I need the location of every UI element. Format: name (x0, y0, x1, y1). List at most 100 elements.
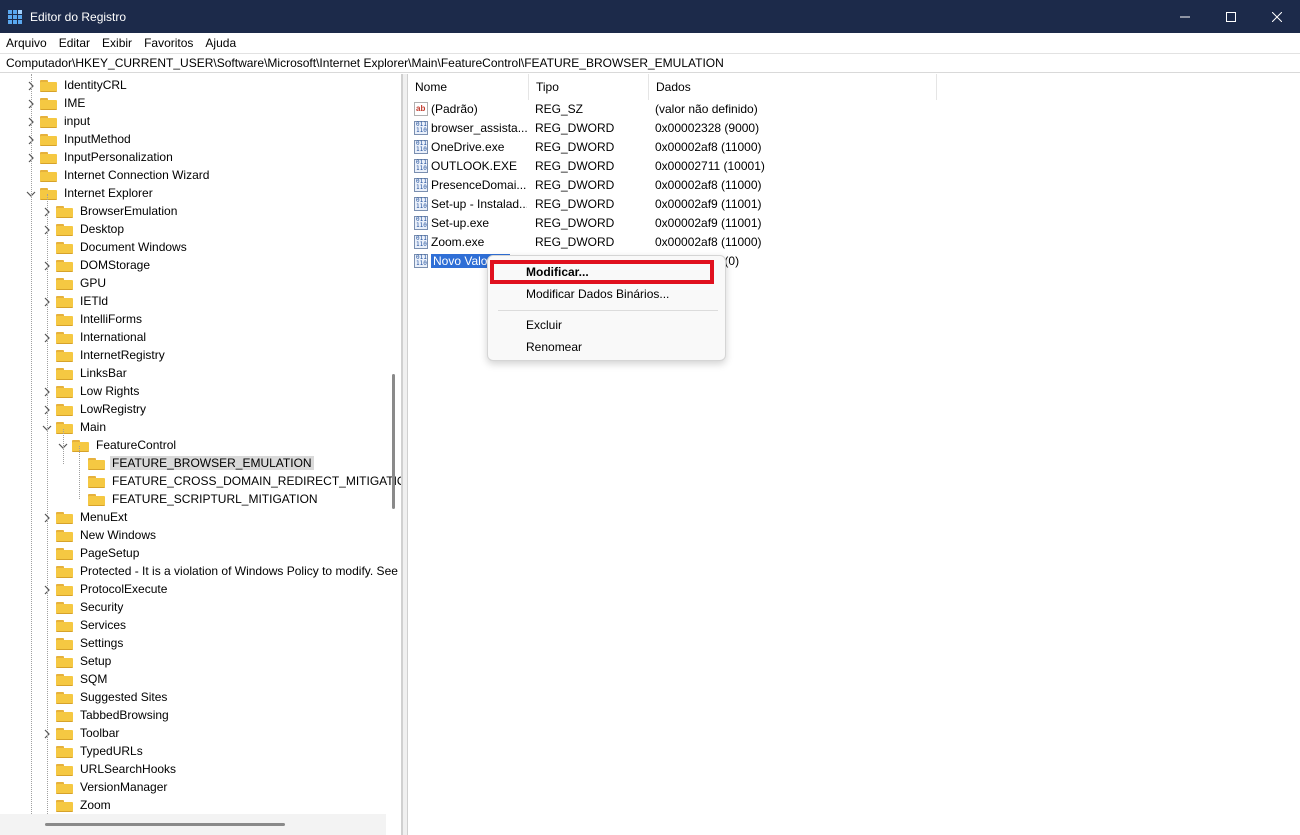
tree-item[interactable]: New Windows (42, 526, 158, 544)
tree-item[interactable]: InputPersonalization (26, 148, 175, 166)
context-menu-rename[interactable]: Renomear (526, 337, 582, 357)
tree-item[interactable]: BrowserEmulation (42, 202, 179, 220)
tree-item[interactable]: Settings (42, 634, 125, 652)
table-row[interactable]: 011 110 PresenceDomai... REG_DWORD 0x00002af… (408, 176, 1300, 195)
maximize-button[interactable] (1208, 0, 1254, 33)
tree-item[interactable]: Internet Connection Wizard (26, 166, 211, 184)
folder-icon (56, 763, 73, 776)
folder-icon (56, 691, 73, 704)
tree-vertical-scrollbar[interactable] (392, 374, 395, 509)
tree-item-label: FEATURE_CROSS_DOMAIN_REDIRECT_MITIGATION (112, 474, 402, 488)
tree-item[interactable]: IME (26, 94, 87, 112)
registry-tree[interactable]: Zoom VersionManager URLSearchHooks TypedURL… (0, 74, 402, 835)
tree-item[interactable]: DOMStorage (42, 256, 152, 274)
folder-icon (56, 385, 73, 398)
tree-item[interactable]: PageSetup (42, 544, 141, 562)
table-row[interactable]: 011 110 OneDrive.exe REG_DWORD 0x00002af8 (1… (408, 138, 1300, 157)
tree-item[interactable]: Protected - It is a violation of Windows… (42, 562, 401, 580)
tree-item[interactable]: Toolbar (42, 724, 121, 742)
folder-icon (88, 493, 105, 506)
tree-item-label: FEATURE_BROWSER_EMULATION (110, 456, 314, 470)
value-data: 0x00002af9 (11001) (655, 216, 762, 230)
tree-item[interactable]: IntelliForms (42, 310, 144, 328)
tree-item-label: PageSetup (80, 546, 140, 560)
tree-item[interactable]: TypedURLs (42, 742, 145, 760)
tree-item-label: IntelliForms (80, 312, 143, 326)
folder-icon (56, 799, 73, 812)
tree-item[interactable]: Internet Explorer (26, 184, 155, 202)
window-controls (1162, 0, 1300, 33)
tree-item[interactable]: VersionManager (42, 778, 169, 796)
tree-horizontal-scrollbar[interactable] (45, 823, 285, 826)
table-row[interactable]: 011 110 browser_assista... REG_DWORD 0x00002… (408, 119, 1300, 138)
tree-item-label: Document Windows (80, 240, 187, 254)
folder-icon (40, 133, 57, 146)
minimize-button[interactable] (1162, 0, 1208, 33)
tree-item[interactable]: Low Rights (42, 382, 141, 400)
column-header-type[interactable]: Tipo (529, 74, 649, 100)
column-header-data[interactable]: Dados (649, 74, 937, 100)
table-row[interactable]: 011 110 Zoom.exe REG_DWORD 0x00002af8 (11000… (408, 233, 1300, 252)
values-list[interactable]: Nome Tipo Dados ab (Padrão) REG_SZ (valor n… (408, 74, 1300, 835)
tree-item[interactable]: FEATURE_CROSS_DOMAIN_REDIRECT_MITIGATION (74, 472, 402, 490)
tree-item[interactable]: ProtocolExecute (42, 580, 169, 598)
table-row[interactable]: 011 110 OUTLOOK.EXE REG_DWORD 0x00002711 (10… (408, 157, 1300, 176)
tree-item[interactable]: Main (42, 418, 108, 436)
tree-item[interactable]: FEATURE_BROWSER_EMULATION (74, 454, 314, 472)
tree-item-label: Internet Explorer (64, 186, 153, 200)
tree-item[interactable]: Setup (42, 652, 113, 670)
tree-item-label: Internet Connection Wizard (64, 168, 210, 182)
tree-item-label: IME (64, 96, 86, 110)
folder-icon (40, 187, 57, 200)
tree-item[interactable]: Desktop (42, 220, 126, 238)
table-row[interactable]: ab (Padrão) REG_SZ (valor não definido) (408, 100, 1300, 119)
column-header-name[interactable]: Nome (408, 74, 529, 100)
close-button[interactable] (1254, 0, 1300, 33)
tree-item-label: Low Rights (80, 384, 140, 398)
folder-icon (40, 115, 57, 128)
tree-item[interactable]: SQM (42, 670, 109, 688)
table-row[interactable]: 011 110 Set-up - Instalad... REG_DWORD 0x000… (408, 195, 1300, 214)
tree-item[interactable]: InputMethod (26, 130, 133, 148)
tree-item[interactable]: IdentityCRL (26, 76, 129, 94)
tree-item[interactable]: GPU (42, 274, 108, 292)
tree-item-label: FeatureControl (96, 438, 177, 452)
tree-item[interactable]: InternetRegistry (42, 346, 167, 364)
menu-exibir[interactable]: Exibir (96, 33, 138, 53)
menu-favoritos[interactable]: Favoritos (138, 33, 199, 53)
value-type: REG_DWORD (535, 178, 615, 192)
table-row[interactable]: 011 110 Set-up.exe REG_DWORD 0x00002af9 (110… (408, 214, 1300, 233)
menu-bar: Arquivo Editar Exibir Favoritos Ajuda (0, 33, 1300, 53)
context-menu-delete[interactable]: Excluir (526, 315, 562, 335)
tree-item[interactable]: Document Windows (42, 238, 189, 256)
value-name-text: (Padrão) (431, 102, 478, 116)
tree-item[interactable]: FEATURE_SCRIPTURL_MITIGATION (74, 490, 320, 508)
tree-item-label: ProtocolExecute (80, 582, 168, 596)
tree-item[interactable]: input (26, 112, 92, 130)
tree-item[interactable]: URLSearchHooks (42, 760, 178, 778)
value-data: (valor não definido) (655, 102, 758, 116)
tree-item-label: InputPersonalization (64, 150, 173, 164)
menu-editar[interactable]: Editar (53, 33, 96, 53)
menu-arquivo[interactable]: Arquivo (0, 33, 53, 53)
tree-item[interactable]: LinksBar (42, 364, 129, 382)
value-data: 0x00002af8 (11000) (655, 140, 762, 154)
menu-ajuda[interactable]: Ajuda (199, 33, 242, 53)
tree-item[interactable]: LowRegistry (42, 400, 148, 418)
address-bar[interactable]: Computador\HKEY_CURRENT_USER\Software\Mi… (0, 53, 1300, 73)
tree-item[interactable]: Zoom (42, 796, 113, 814)
tree-guide-line (47, 194, 48, 814)
context-menu-modify-binary[interactable]: Modificar Dados Binários... (526, 284, 669, 304)
tree-item[interactable]: International (42, 328, 148, 346)
tree-item[interactable]: Suggested Sites (42, 688, 169, 706)
folder-icon (72, 439, 89, 452)
tree-item[interactable]: Security (42, 598, 125, 616)
folder-icon (40, 97, 57, 110)
tree-item[interactable]: IETld (42, 292, 110, 310)
tree-item[interactable]: TabbedBrowsing (42, 706, 171, 724)
tree-item[interactable]: FeatureControl (58, 436, 178, 454)
value-type: REG_DWORD (535, 235, 615, 249)
tree-item-label: FEATURE_SCRIPTURL_MITIGATION (112, 492, 318, 506)
tree-item[interactable]: MenuExt (42, 508, 129, 526)
tree-item[interactable]: Services (42, 616, 128, 634)
